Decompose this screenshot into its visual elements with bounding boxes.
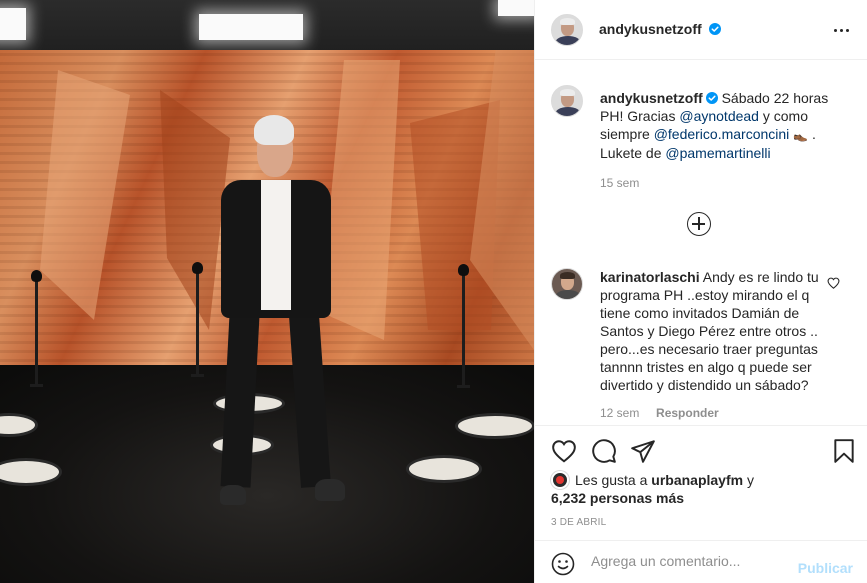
pedestal xyxy=(457,264,470,388)
reply-button[interactable]: Responder xyxy=(656,406,719,420)
caption-timestamp[interactable]: 15 sem xyxy=(600,174,830,192)
presenter xyxy=(215,115,350,515)
liker-username[interactable]: urbanaplayfm xyxy=(651,472,743,488)
instagram-post-modal: andykusnetzoff andykusnetzoff Sábado 22 … xyxy=(0,0,867,583)
mention-link[interactable]: @federico.marconcini xyxy=(654,126,790,142)
caption-avatar[interactable] xyxy=(551,85,583,117)
mention-link[interactable]: @aynotdead xyxy=(679,108,759,124)
likes-prefix: Les gusta a xyxy=(575,472,652,488)
author-name-row: andykusnetzoff xyxy=(599,21,722,39)
post-header: andykusnetzoff xyxy=(535,0,867,60)
add-comment-bar: Publicar xyxy=(535,540,867,583)
share-paper-plane-icon[interactable] xyxy=(630,438,656,464)
comment-meta: 12 sem Responder xyxy=(600,404,820,422)
mention-link[interactable]: @pamemartinelli xyxy=(665,145,770,161)
comment-timestamp[interactable]: 12 sem xyxy=(600,406,639,420)
likes-summary: Les gusta a urbanaplayfm y 6,232 persona… xyxy=(551,471,851,507)
caption-username[interactable]: andykusnetzoff xyxy=(600,90,703,106)
load-more-comments-icon[interactable] xyxy=(687,212,711,236)
more-options-icon[interactable] xyxy=(832,20,852,40)
backdrop-shard xyxy=(40,70,130,320)
author-username[interactable]: andykusnetzoff xyxy=(599,21,702,37)
save-bookmark-icon[interactable] xyxy=(831,438,857,464)
liker-avatar[interactable] xyxy=(551,471,569,489)
emoji-icon[interactable] xyxy=(551,552,575,576)
comment-like-heart-icon[interactable] xyxy=(827,277,840,289)
comment-input[interactable] xyxy=(591,553,791,569)
verified-badge-icon xyxy=(705,92,718,104)
verified-badge-icon xyxy=(709,23,722,35)
comment-bubble-icon[interactable] xyxy=(591,438,617,464)
commenter-username[interactable]: karinatorlaschi xyxy=(600,269,700,285)
pedestal xyxy=(191,262,204,377)
likes-mid: y xyxy=(743,472,754,488)
shoe-emoji: 👞 xyxy=(793,128,809,142)
floor-spot xyxy=(406,455,482,483)
floor-spot xyxy=(455,413,534,439)
like-heart-icon[interactable] xyxy=(551,438,577,464)
comment: karinatorlaschi Andy es re lindo tu prog… xyxy=(600,268,820,422)
commenter-avatar[interactable] xyxy=(551,268,583,300)
comment-text: Andy es re lindo tu programa PH ..estoy … xyxy=(600,269,819,393)
ceiling-light xyxy=(0,8,26,40)
caption: andykusnetzoff Sábado 22 horas PH! Graci… xyxy=(600,89,830,192)
post-photo[interactable] xyxy=(0,0,534,583)
likes-others-link[interactable]: 6,232 personas más xyxy=(551,489,684,507)
post-date[interactable]: 3 DE ABRIL xyxy=(551,517,606,528)
ceiling-light xyxy=(498,0,534,16)
ceiling-light xyxy=(199,14,303,40)
publish-button[interactable]: Publicar xyxy=(798,560,853,576)
comments-list: andykusnetzoff Sábado 22 horas PH! Graci… xyxy=(535,61,867,425)
pedestal xyxy=(30,270,43,387)
post-sidebar: andykusnetzoff andykusnetzoff Sábado 22 … xyxy=(534,0,867,583)
author-avatar[interactable] xyxy=(551,14,583,46)
post-actions: Les gusta a urbanaplayfm y 6,232 persona… xyxy=(535,425,867,540)
